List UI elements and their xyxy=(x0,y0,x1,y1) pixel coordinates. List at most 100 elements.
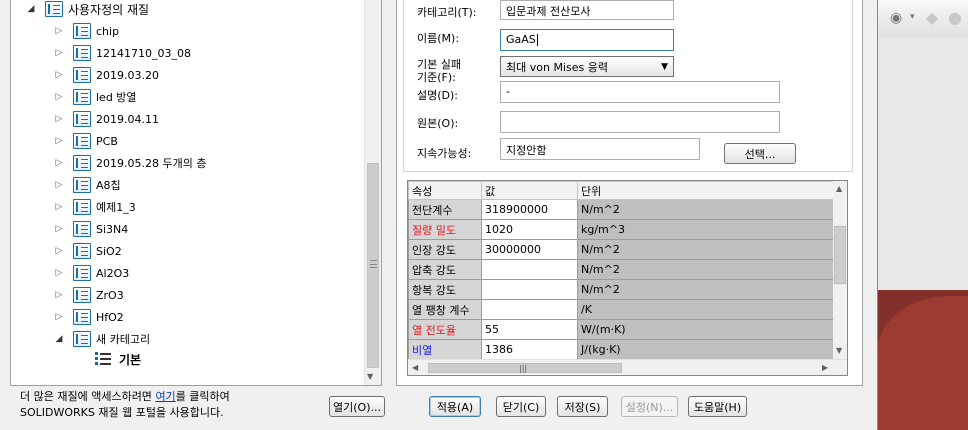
name-field[interactable]: GaAS xyxy=(500,29,674,51)
collapse-arrow-icon[interactable]: ▷ xyxy=(53,290,65,300)
property-unit-cell[interactable]: N/m^2 xyxy=(577,259,834,280)
scroll-down-arrow-icon[interactable]: ▼ xyxy=(367,372,373,381)
scroll-right-arrow-icon[interactable]: ▶ xyxy=(822,363,828,372)
failure-criterion-value: 최대 von Mises 응력 xyxy=(506,60,608,74)
category-field[interactable]: 입문과제 전산모사 xyxy=(500,0,674,20)
property-unit-cell[interactable]: N/m^2 xyxy=(577,239,834,260)
table-vertical-thumb[interactable] xyxy=(834,226,846,284)
column-header-unit[interactable]: 단위 xyxy=(577,181,834,200)
table-row[interactable]: 질량 밀도 1020 kg/m^3 xyxy=(408,219,834,240)
tree-scrollbar[interactable]: ▼ xyxy=(364,0,381,385)
failure-criterion-label-line2: 기준(F): xyxy=(417,71,456,84)
collapse-arrow-icon[interactable]: ▷ xyxy=(53,224,65,234)
collapse-arrow-icon[interactable]: ▷ xyxy=(53,48,65,58)
table-row[interactable]: 열 팽창 계수/K xyxy=(408,299,834,320)
table-horizontal-scrollbar[interactable]: ◀ ||| ▶ xyxy=(408,359,847,375)
scroll-left-arrow-icon[interactable]: ◀ xyxy=(412,363,418,372)
material-property-table[interactable]: 속성 값 단위 전단계수 318900000 N/m^2 질량 밀도 1020 kg/m^… xyxy=(407,180,848,376)
property-value-cell[interactable]: 318900000 xyxy=(481,199,578,220)
source-field[interactable] xyxy=(500,111,780,133)
table-row[interactable]: 항복 강도 N/m^2 xyxy=(408,279,834,300)
tree-node-category[interactable]: ▷ 예제1_3 xyxy=(53,197,136,217)
property-unit-cell[interactable]: kg/m^3 xyxy=(577,219,834,240)
property-unit-cell[interactable]: J/(kg·K) xyxy=(577,339,834,360)
property-unit-cell[interactable]: N/m^2 xyxy=(577,199,834,220)
tree-node-category[interactable]: ▷ Al2O3 xyxy=(53,263,129,283)
material-tree[interactable]: ◢ 사용자정의 재질 ▷ chip ▷ 12141710_03_08 ▷ 2019.03.… xyxy=(10,0,382,386)
table-row[interactable]: 비열 1386 J/(kg·K) xyxy=(408,339,834,360)
dialog-right-border xyxy=(863,0,878,430)
expand-arrow-icon[interactable]: ◢ xyxy=(53,334,65,344)
sustainability-field[interactable]: 지정안함 xyxy=(500,138,700,160)
tree-node-category[interactable]: ▷ HfO2 xyxy=(53,307,124,327)
tree-node-category[interactable]: ▷ 2019.04.11 xyxy=(53,109,159,129)
property-value-cell[interactable] xyxy=(481,259,578,280)
tree-scrollbar-thumb[interactable] xyxy=(367,163,379,368)
tree-node-category[interactable]: ▷ A8칩 xyxy=(53,175,121,195)
property-unit-cell[interactable]: /K xyxy=(577,299,834,320)
material-folder-icon xyxy=(73,221,91,237)
material-folder-icon xyxy=(73,89,91,105)
tree-node-label: 12141710_03_08 xyxy=(96,46,191,60)
collapse-arrow-icon[interactable]: ▷ xyxy=(53,114,65,124)
material-folder-icon xyxy=(73,155,91,171)
apply-button[interactable]: 적용(A) xyxy=(429,396,481,417)
table-vertical-scrollbar[interactable]: ▲ ▼ xyxy=(833,181,847,359)
tree-node-custom-materials[interactable]: ◢ 사용자정의 재질 xyxy=(25,0,149,19)
collapse-arrow-icon[interactable]: ▷ xyxy=(53,246,65,256)
tree-node-category[interactable]: ▷ SiO2 xyxy=(53,241,122,261)
material-folder-icon xyxy=(73,133,91,149)
tree-node-selected-material[interactable]: 기본 xyxy=(89,349,143,369)
close-button[interactable]: 닫기(C) xyxy=(496,396,546,417)
table-horizontal-thumb[interactable]: ||| xyxy=(428,363,622,373)
failure-criterion-select[interactable]: 최대 von Mises 응력 ▼ xyxy=(500,56,674,77)
expand-arrow-icon[interactable]: ◢ xyxy=(25,4,37,14)
description-field[interactable]: - xyxy=(500,81,780,103)
collapse-arrow-icon[interactable]: ▷ xyxy=(53,268,65,278)
table-row[interactable]: 전단계수 318900000 N/m^2 xyxy=(408,199,834,220)
column-header-property[interactable]: 속성 xyxy=(408,181,482,200)
tree-node-category[interactable]: ▷ 2019.05.28 두개의 층 xyxy=(53,153,206,173)
open-button[interactable]: 열기(O)... xyxy=(329,396,385,417)
material-folder-icon xyxy=(73,309,91,325)
property-value-cell[interactable] xyxy=(481,299,578,320)
property-value-cell[interactable]: 55 xyxy=(481,319,578,340)
property-unit-cell[interactable]: W/(m·K) xyxy=(577,319,834,340)
tree-node-category[interactable]: ▷ PCB xyxy=(53,131,118,151)
collapse-arrow-icon[interactable]: ▷ xyxy=(53,70,65,80)
table-row[interactable]: 열 전도율 55 W/(m·K) xyxy=(408,319,834,340)
save-button[interactable]: 저장(S) xyxy=(557,396,608,417)
config-button[interactable]: 설정(N)... xyxy=(621,396,678,417)
tree-node-category[interactable]: ▷ 2019.03.20 xyxy=(53,65,159,85)
collapse-arrow-icon[interactable]: ▷ xyxy=(53,312,65,322)
portal-link[interactable]: 여기 xyxy=(155,390,175,403)
tree-node-category[interactable]: ▷ chip xyxy=(53,21,119,41)
property-unit-cell[interactable]: N/m^2 xyxy=(577,279,834,300)
text-caret-icon xyxy=(536,34,538,46)
column-header-value[interactable]: 값 xyxy=(481,181,578,200)
help-button[interactable]: 도움말(H) xyxy=(688,396,747,417)
collapse-arrow-icon[interactable]: ▷ xyxy=(53,136,65,146)
tree-node-category[interactable]: ▷ led 방열 xyxy=(53,87,137,107)
collapse-arrow-icon[interactable]: ▷ xyxy=(53,158,65,168)
collapse-arrow-icon[interactable]: ▷ xyxy=(53,92,65,102)
view-icon: ◉ xyxy=(890,10,903,26)
tree-node-category[interactable]: ◢ 새 카테고리 xyxy=(53,329,150,349)
select-button[interactable]: 선택... xyxy=(724,143,796,164)
property-value-cell[interactable]: 1386 xyxy=(481,339,578,360)
scroll-down-arrow-icon[interactable]: ▼ xyxy=(836,346,842,355)
tree-node-category[interactable]: ▷ 12141710_03_08 xyxy=(53,43,191,63)
collapse-arrow-icon[interactable]: ▷ xyxy=(53,202,65,212)
table-row[interactable]: 압축 강도 N/m^2 xyxy=(408,259,834,280)
property-value-cell[interactable] xyxy=(481,279,578,300)
chevron-down-icon: ▼ xyxy=(661,61,668,72)
collapse-arrow-icon[interactable]: ▷ xyxy=(53,26,65,36)
property-value-cell[interactable]: 1020 xyxy=(481,219,578,240)
scroll-up-arrow-icon[interactable]: ▲ xyxy=(836,184,842,193)
table-row[interactable]: 인장 강도 30000000 N/m^2 xyxy=(408,239,834,260)
tree-node-category[interactable]: ▷ ZrO3 xyxy=(53,285,124,305)
collapse-arrow-icon[interactable]: ▷ xyxy=(53,180,65,190)
property-value-cell[interactable]: 30000000 xyxy=(481,239,578,260)
tree-node-label: chip xyxy=(96,24,120,38)
tree-node-category[interactable]: ▷ Si3N4 xyxy=(53,219,128,239)
